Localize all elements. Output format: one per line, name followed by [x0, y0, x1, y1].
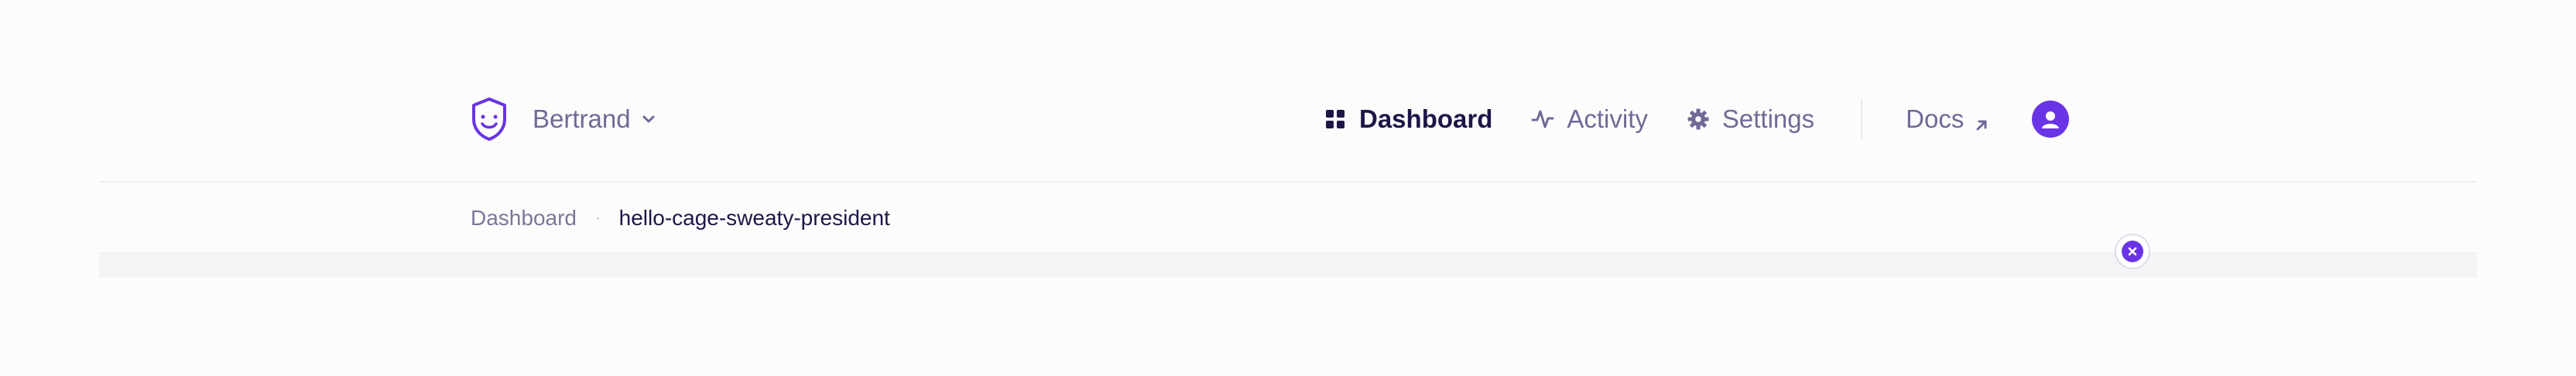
breadcrumb: Dashboard · hello-cage-sweaty-president	[471, 203, 890, 234]
workspace-switcher[interactable]: Bertrand	[469, 94, 657, 144]
top-navbar: Bertrand Dashboard Activity Settings Doc…	[99, 71, 2477, 183]
main-nav: Dashboard Activity Settings Docs	[1324, 94, 2070, 144]
nav-divider	[1861, 100, 1863, 138]
grid-icon	[1326, 110, 1345, 128]
user-avatar-button[interactable]	[2032, 101, 2070, 138]
chevron-down-icon	[640, 111, 657, 128]
nav-item-label: Activity	[1567, 104, 1648, 133]
nav-item-label: Settings	[1721, 104, 1815, 133]
breadcrumb-separator: ·	[594, 209, 601, 227]
docs-label: Docs	[1906, 104, 1965, 133]
gear-icon	[1687, 108, 1709, 130]
nav-item-dashboard[interactable]: Dashboard	[1324, 104, 1492, 134]
app-container: Bertrand Dashboard Activity Settings Doc…	[99, 0, 2477, 376]
workspace-name: Bertrand	[533, 104, 631, 133]
breadcrumb-current: hello-cage-sweaty-president	[618, 206, 890, 230]
close-button[interactable]	[2115, 234, 2150, 269]
docs-link[interactable]: Docs	[1906, 104, 1990, 134]
user-icon	[2042, 111, 2060, 128]
shield-smile-icon	[469, 96, 509, 142]
close-icon-background	[2122, 241, 2143, 262]
activity-icon	[1531, 110, 1554, 128]
nav-item-label: Dashboard	[1359, 104, 1493, 133]
external-link-icon	[1973, 111, 1990, 131]
breadcrumb-parent-link[interactable]: Dashboard	[471, 206, 577, 231]
nav-item-settings[interactable]: Settings	[1687, 104, 1814, 134]
close-icon	[2128, 247, 2137, 256]
nav-item-activity[interactable]: Activity	[1531, 104, 1648, 134]
